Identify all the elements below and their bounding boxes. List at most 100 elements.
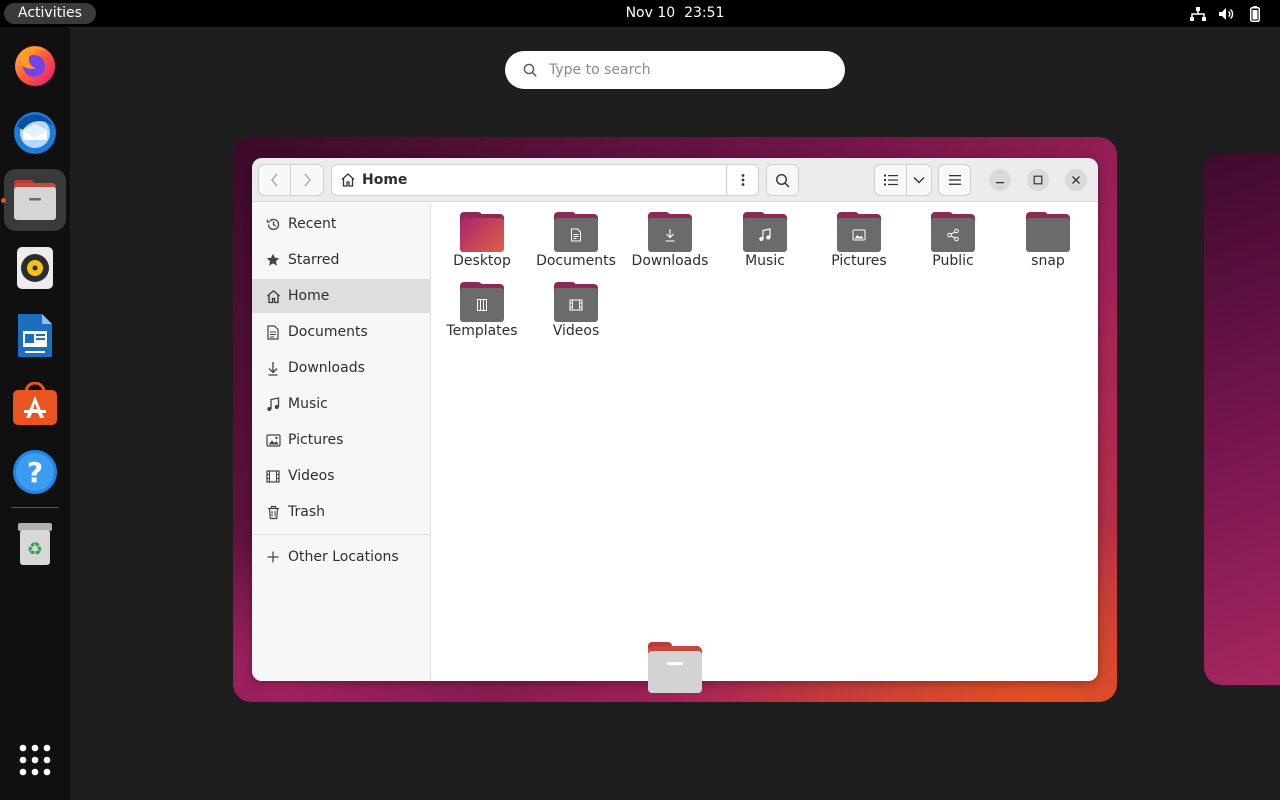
plus-icon [265,549,281,565]
path-label: Home [362,172,408,188]
sidebar-item-label: Home [288,288,330,304]
back-button[interactable] [258,164,291,196]
help-icon: ? [13,450,57,494]
files-icon [648,642,702,693]
dock-rhythmbox[interactable] [4,237,66,299]
dock-separator [11,507,59,508]
folder-templates[interactable]: Templates [434,273,530,339]
rhythmbox-icon [17,247,53,289]
file-view[interactable]: Desktop Documents Downloads Music Pictur… [432,203,1098,681]
trash-icon [265,504,281,520]
share-icon [947,228,959,242]
clock-button[interactable]: Nov 10 23:51 [626,5,725,21]
sidebar-item-pictures[interactable]: Pictures [252,423,430,457]
folder-icon [554,282,598,322]
folder-documents[interactable]: Documents [528,203,624,269]
forward-button[interactable] [290,164,324,196]
picture-icon [852,229,866,241]
minimize-icon [996,182,1004,184]
path-bar: Home [331,164,759,196]
dock: ? ♻ [0,27,70,800]
dock-firefox[interactable] [4,33,66,95]
sidebar-item-label: Trash [288,504,325,520]
minimize-button[interactable] [989,169,1011,191]
folder-downloads[interactable]: Downloads [622,203,718,269]
dock-software[interactable] [4,373,66,435]
folder-icon [931,212,975,252]
clock-time: 23:51 [684,5,725,21]
sidebar-item-starred[interactable]: Starred [252,243,430,277]
sidebar-item-home[interactable]: Home [252,279,430,313]
dock-help[interactable]: ? [4,441,66,503]
folder-videos[interactable]: Videos [528,273,624,339]
search-input[interactable] [549,62,809,78]
show-apps-button[interactable] [4,729,66,791]
video-icon [569,299,583,311]
folder-label: snap [1031,253,1065,269]
folder-pictures[interactable]: Pictures [811,203,907,269]
activities-button[interactable]: Activities [4,3,96,24]
sidebar-item-music[interactable]: Music [252,387,430,421]
folder-snap[interactable]: snap [1000,203,1096,269]
network-icon[interactable] [1189,5,1207,22]
thunderbird-icon [14,112,56,154]
dock-files[interactable] [1,169,66,231]
dock-trash[interactable]: ♻ [4,513,66,575]
search-icon [775,173,790,187]
chevron-down-icon [913,177,925,184]
picture-icon [265,432,281,448]
folder-icon [460,282,504,322]
path-home-button[interactable]: Home [332,165,726,195]
kebab-menu-icon [741,174,744,186]
music-icon [759,228,771,241]
folder-icon [460,212,504,252]
maximize-icon [1033,175,1043,185]
view-options-button[interactable] [906,164,932,196]
close-icon [1072,176,1080,184]
folder-label: Templates [446,323,518,339]
folder-music[interactable]: Music [717,203,813,269]
sidebar-item-videos[interactable]: Videos [252,459,430,493]
home-icon [341,173,355,187]
sidebar-item-downloads[interactable]: Downloads [252,351,430,385]
folder-label: Downloads [631,253,709,269]
home-icon [265,288,281,304]
volume-icon[interactable] [1217,5,1235,22]
svg-text:♻: ♻ [27,539,43,560]
dock-writer[interactable] [4,305,66,367]
files-icon [14,180,56,220]
path-menu-button[interactable] [726,165,758,195]
folder-public[interactable]: Public [905,203,1001,269]
search-button[interactable] [766,164,799,196]
video-icon [265,468,281,484]
folder-label: Desktop [453,253,511,269]
files-window[interactable]: Home Recent Starred Home Documents Downl… [252,158,1098,681]
overview-search[interactable] [505,51,845,89]
writer-icon [18,314,52,357]
sidebar-item-documents[interactable]: Documents [252,315,430,349]
view-toggle-button[interactable] [874,164,907,196]
folder-icon [554,212,598,252]
firefox-icon [15,46,55,86]
folder-desktop[interactable]: Desktop [434,203,530,269]
dock-thunderbird[interactable] [4,101,66,163]
sidebar-item-other-locations[interactable]: Other Locations [252,540,430,574]
battery-icon[interactable] [1246,5,1264,22]
trash-icon: ♻ [18,523,52,565]
folder-label: Documents [536,253,616,269]
folder-label: Videos [552,323,600,339]
folder-icon [743,212,787,252]
close-button[interactable] [1065,169,1087,191]
sidebar-item-label: Music [288,396,328,412]
main-menu-button[interactable] [938,164,971,196]
sidebar-item-label: Videos [288,468,335,484]
maximize-button[interactable] [1027,169,1049,191]
clock-date: Nov 10 [625,5,676,21]
software-icon [13,382,57,425]
sidebar-item-trash[interactable]: Trash [252,495,430,529]
window-app-icon [646,641,704,695]
sidebar-item-recent[interactable]: Recent [252,207,430,241]
chevron-left-icon [270,173,278,187]
music-icon [265,396,281,412]
workspace-thumbnail-next[interactable] [1204,153,1280,685]
